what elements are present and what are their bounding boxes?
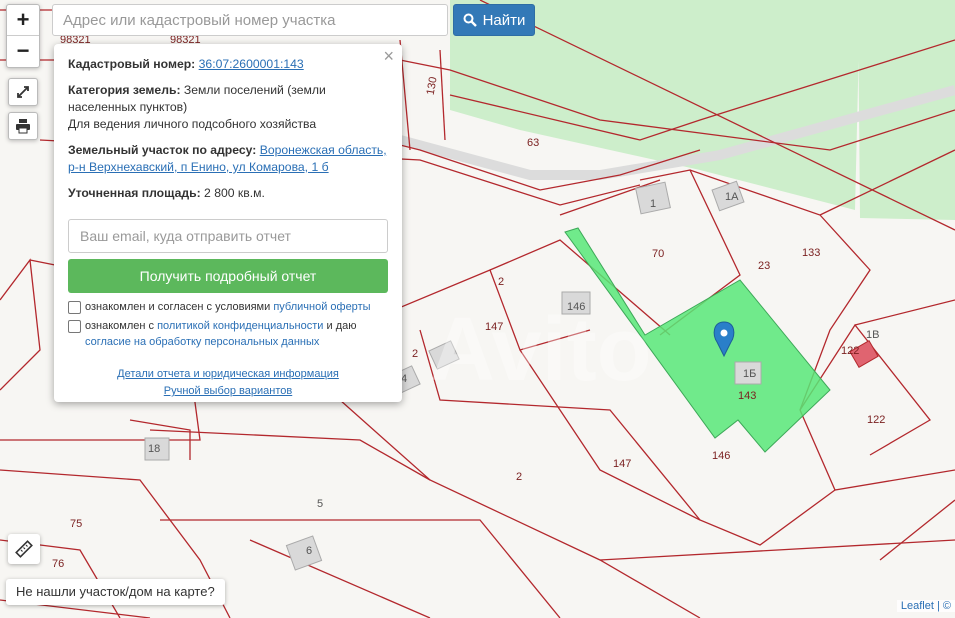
label-146-top: 146 [567, 301, 586, 313]
area-row: Уточненная площадь: 2 800 кв.м. [68, 185, 388, 202]
report-details-link[interactable]: Детали отчета и юридическая информация [68, 366, 388, 383]
manual-selection-link[interactable]: Ручной выбор вариантов [68, 383, 388, 400]
popup-links: Детали отчета и юридическая информация Р… [68, 366, 388, 400]
usage-value: Для ведения личного подсобного хозяйства [68, 117, 317, 131]
print-button[interactable] [8, 112, 38, 140]
label-75: 75 [70, 518, 83, 530]
public-offer-link[interactable]: публичной оферты [273, 301, 370, 313]
search-button-label: Найти [482, 11, 526, 29]
address-link-region[interactable]: Воронежская область, [260, 143, 387, 157]
label-23: 23 [758, 260, 771, 272]
label-122: 122 [867, 414, 886, 426]
privacy-policy-link[interactable]: политикой конфиденциальности [157, 320, 323, 332]
label-147-left: 147 [485, 321, 504, 333]
search-icon [463, 13, 477, 27]
category-row: Категория земель: Земли поселений (земли… [68, 82, 388, 133]
personal-data-consent-link[interactable]: согласие на обработку персональных данны… [85, 336, 319, 348]
consent-offer: ознакомлен и согласен с условиями публич… [68, 299, 388, 315]
map-attribution[interactable]: Leaflet | © [896, 600, 955, 612]
label-5: 5 [317, 498, 324, 510]
label-2-mid: 2 [412, 348, 419, 360]
print-icon [16, 119, 30, 134]
cadastral-number-link[interactable]: 36:07:2600001:143 [199, 57, 304, 71]
cadastral-row: Кадастровый номер: 36:07:2600001:143 [68, 56, 388, 73]
label-2-top: 2 [498, 276, 505, 288]
consent-offer-text: ознакомлен и согласен с условиями [85, 301, 271, 313]
area-value: 2 800 кв.м. [204, 186, 265, 200]
search-input[interactable] [52, 4, 448, 36]
label-2-bottom: 2 [516, 471, 523, 483]
not-found-button[interactable]: Не нашли участок/дом на карте? [6, 579, 225, 605]
label-1v: 1В [866, 329, 880, 341]
get-report-button[interactable]: Получить подробный отчет [68, 259, 388, 293]
watermark: Avito [430, 300, 652, 400]
zoom-in-button[interactable]: + [7, 5, 39, 36]
address-row: Земельный участок по адресу: Воронежская… [68, 142, 388, 176]
address-label: Земельный участок по адресу: [68, 143, 257, 157]
label-147-bottom: 147 [613, 458, 632, 470]
label-70: 70 [652, 248, 665, 260]
zoom-out-button[interactable]: − [7, 36, 39, 66]
label-18: 18 [148, 443, 161, 455]
label-1b: 1Б [743, 368, 757, 380]
category-label: Категория земель: [68, 83, 181, 97]
fullscreen-button[interactable] [8, 78, 38, 106]
label-6: 6 [306, 545, 313, 557]
consent-offer-checkbox[interactable] [68, 301, 81, 314]
measure-button[interactable] [8, 534, 40, 564]
label-133: 133 [802, 247, 821, 259]
email-field[interactable] [68, 219, 388, 253]
label-76: 76 [52, 558, 65, 570]
label-122-small: 122 [841, 345, 860, 357]
consent-privacy-text-2: и даю [326, 320, 357, 332]
label-1a: 1А [725, 191, 739, 203]
parcel-info-popup: × Кадастровый номер: 36:07:2600001:143 К… [54, 44, 402, 402]
label-143: 143 [738, 390, 757, 402]
consent-privacy: ознакомлен с политикой конфиденциальност… [68, 318, 388, 350]
address-link-street[interactable]: р-н Верхнехавский, п Енино, ул Комарова,… [68, 160, 329, 174]
close-icon[interactable]: × [383, 47, 394, 65]
area-label: Уточненная площадь: [68, 186, 201, 200]
consent-privacy-text: ознакомлен с [85, 320, 155, 332]
label-146-bottom: 146 [712, 450, 731, 462]
zoom-control: + − [6, 4, 40, 68]
search-button[interactable]: Найти [453, 4, 535, 36]
label-1: 1 [650, 198, 657, 210]
label-63: 63 [527, 137, 540, 149]
expand-icon [17, 86, 29, 98]
cadastral-label: Кадастровый номер: [68, 57, 196, 71]
consent-privacy-checkbox[interactable] [68, 320, 81, 333]
ruler-icon [15, 540, 33, 558]
